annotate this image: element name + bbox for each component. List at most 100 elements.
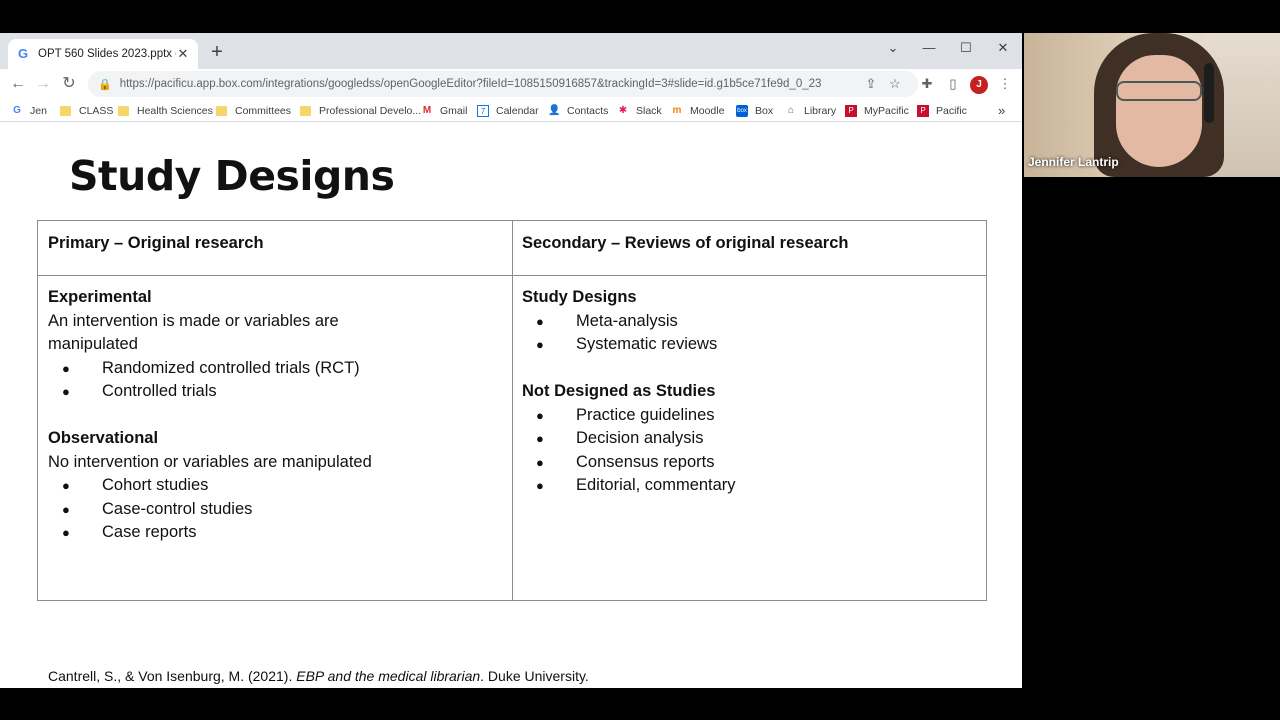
library-icon: ⌂	[787, 104, 795, 116]
participant-name: Jennifer Lantrip	[1028, 155, 1119, 169]
bookmark-moodle[interactable]: m Moodle	[671, 102, 725, 119]
back-arrow-icon[interactable]: ←	[7, 73, 29, 95]
extensions-puzzle-icon[interactable]: ✚	[916, 73, 938, 95]
moodle-icon: m	[672, 104, 682, 116]
presentation-slide: Study Designs Primary – Original researc…	[8, 122, 1014, 688]
tab-active[interactable]: G OPT 560 Slides 2023.pptx on Box ✕	[8, 39, 198, 69]
bookmark-star-icon[interactable]: ☆	[884, 73, 906, 95]
tab-close-icon[interactable]: ✕	[176, 46, 190, 62]
folder-icon	[118, 105, 129, 116]
citation-title: EBP and the medical librarian	[296, 668, 481, 684]
bookmark-label: Contacts	[567, 104, 609, 117]
citation: Cantrell, S., & Von Isenburg, M. (2021).…	[48, 668, 589, 684]
google-favicon-icon: G	[17, 46, 29, 61]
calendar-icon: 7	[477, 104, 489, 117]
box-icon: box	[736, 104, 748, 117]
pacific-icon: P	[845, 104, 857, 117]
minimize-button[interactable]: —	[914, 37, 944, 59]
folder-icon	[216, 105, 227, 116]
headset-icon	[1204, 63, 1214, 123]
bookmark-pacific[interactable]: P Pacific	[917, 102, 967, 119]
bookmark-label: Pacific	[936, 104, 967, 117]
experimental-heading: Experimental	[48, 288, 152, 306]
lock-icon: 🔒	[98, 78, 112, 91]
bookmark-label: CLASS	[79, 104, 114, 117]
slack-icon: ✱	[618, 104, 628, 116]
maximize-button[interactable]: ☐	[951, 37, 981, 59]
menu-kebab-icon[interactable]: ⋮	[994, 73, 1016, 95]
list-item: Decision analysis	[522, 427, 962, 451]
bookmark-mypacific[interactable]: P MyPacific	[845, 102, 909, 119]
bookmark-professional-develo[interactable]: Professional Develo...	[300, 102, 421, 119]
bookmark-calendar[interactable]: 7 Calendar	[477, 102, 539, 119]
list-item: Case reports	[48, 521, 488, 545]
observational-heading: Observational	[48, 429, 159, 447]
tab-strip: G OPT 560 Slides 2023.pptx on Box ✕ + ⌄ …	[0, 33, 1022, 69]
new-tab-button[interactable]: +	[206, 41, 228, 63]
list-item: Randomized controlled trials (RCT)	[48, 357, 488, 381]
not-designed-heading: Not Designed as Studies	[522, 382, 716, 400]
profile-avatar[interactable]: J	[970, 76, 988, 94]
citation-authors: Cantrell, S., & Von Isenburg, M. (2021).	[48, 668, 297, 684]
contacts-icon: 👤	[548, 104, 561, 116]
bookmark-contacts[interactable]: 👤 Contacts	[548, 102, 608, 119]
webcam-person-glasses	[1116, 81, 1202, 101]
reload-icon[interactable]: ↻	[58, 73, 80, 95]
slide-title: Study Designs	[69, 152, 395, 200]
list-item: Case-control studies	[48, 498, 488, 522]
study-designs-heading: Study Designs	[522, 288, 637, 306]
share-icon[interactable]: ⇪	[860, 73, 882, 95]
bookmark-label: Jen	[30, 104, 47, 117]
study-design-table: Primary – Original research Secondary – …	[37, 220, 987, 601]
bookmark-library[interactable]: ⌂ Library	[785, 102, 836, 119]
primary-header: Primary – Original research	[48, 234, 264, 252]
bookmark-label: Health Sciences	[137, 104, 213, 117]
bookmark-label: MyPacific	[864, 104, 909, 117]
list-item: Systematic reviews	[522, 333, 962, 357]
address-bar[interactable]: 🔒 https://pacificu.app.box.com/integrati…	[88, 71, 918, 97]
pacific-icon: P	[917, 104, 929, 117]
bookmark-box[interactable]: box Box	[736, 102, 773, 119]
bookmark-health-sciences[interactable]: Health Sciences	[118, 102, 213, 119]
citation-publisher: . Duke University.	[480, 668, 589, 684]
bookmark-label: Box	[755, 104, 774, 117]
gmail-icon: M	[422, 104, 432, 116]
tab-search-chevron-icon[interactable]: ⌄	[878, 37, 908, 59]
bookmarks-bar: G Jen CLASS Health Sciences Committees P…	[0, 99, 1022, 122]
bookmark-label: Calendar	[496, 104, 539, 117]
list-item: Consensus reports	[522, 451, 962, 475]
list-item: Editorial, commentary	[522, 474, 962, 498]
folder-icon	[300, 105, 311, 116]
bookmark-class[interactable]: CLASS	[60, 102, 113, 119]
bookmark-gmail[interactable]: M Gmail	[421, 102, 468, 119]
close-window-button[interactable]: ✕	[988, 37, 1018, 59]
bookmarks-overflow-icon[interactable]: »	[998, 102, 1005, 119]
webcam-person-face	[1116, 55, 1202, 167]
browser-window: G OPT 560 Slides 2023.pptx on Box ✕ + ⌄ …	[0, 33, 1022, 688]
google-icon: G	[13, 104, 21, 116]
side-panel-icon[interactable]: ▯	[942, 73, 964, 95]
forward-arrow-icon[interactable]: →	[32, 73, 54, 95]
tab-title: OPT 560 Slides 2023.pptx on Box	[38, 48, 176, 60]
observational-description: No intervention or variables are manipul…	[48, 452, 372, 471]
bookmark-committees[interactable]: Committees	[216, 102, 291, 119]
bookmark-jen[interactable]: G Jen	[11, 102, 47, 119]
table-divider-horizontal	[38, 275, 986, 276]
browser-toolbar: ← → ↻ 🔒 https://pacificu.app.box.com/int…	[0, 69, 1022, 99]
table-divider-vertical	[512, 221, 513, 600]
list-item: Practice guidelines	[522, 404, 962, 428]
bookmark-label: Moodle	[690, 104, 725, 117]
primary-cell: Experimental An intervention is made or …	[48, 286, 488, 545]
bookmark-label: Slack	[636, 104, 662, 117]
bookmark-slack[interactable]: ✱ Slack	[617, 102, 662, 119]
url-text: https://pacificu.app.box.com/integration…	[119, 78, 822, 90]
list-item: Controlled trials	[48, 380, 488, 404]
bookmark-label: Library	[804, 104, 837, 117]
experimental-description: An intervention is made or variables are…	[48, 311, 339, 354]
bookmark-label: Gmail	[440, 104, 468, 117]
bookmark-label: Committees	[235, 104, 292, 117]
secondary-cell: Study Designs Meta-analysis Systematic r…	[522, 286, 962, 498]
secondary-header: Secondary – Reviews of original research	[522, 234, 849, 252]
bookmark-label: Professional Develo...	[319, 104, 422, 117]
list-item: Meta-analysis	[522, 310, 962, 334]
